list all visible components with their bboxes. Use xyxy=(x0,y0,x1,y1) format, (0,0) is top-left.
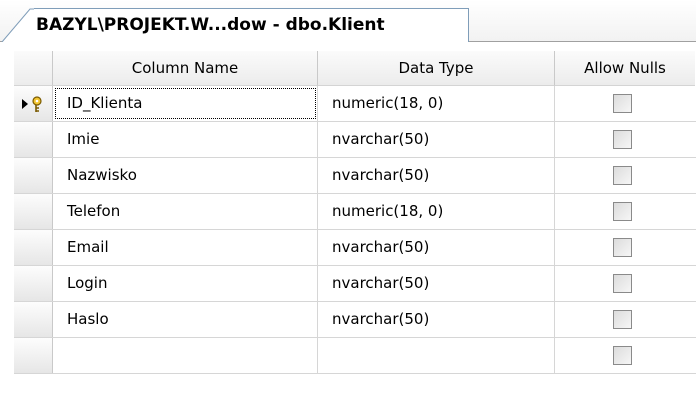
data-type-cell[interactable]: nvarchar(50) xyxy=(318,158,555,193)
allow-nulls-cell xyxy=(555,230,695,265)
row-selector[interactable] xyxy=(14,86,53,121)
data-type-cell[interactable]: nvarchar(50) xyxy=(318,266,555,301)
tab-title: BAZYL\PROJEKT.W...dow - dbo.Klient xyxy=(36,15,385,35)
row-selector[interactable] xyxy=(14,302,53,337)
allow-nulls-cell xyxy=(555,122,695,157)
data-type-cell[interactable]: nvarchar(50) xyxy=(318,230,555,265)
column-name-cell[interactable]: Email xyxy=(53,230,318,265)
row-selector[interactable] xyxy=(14,194,53,229)
column-name-cell[interactable]: Login xyxy=(53,266,318,301)
table-row: Haslo nvarchar(50) xyxy=(14,302,696,338)
column-name-cell[interactable]: ID_Klienta xyxy=(53,86,318,121)
new-table-row xyxy=(14,338,696,374)
allow-nulls-checkbox[interactable] xyxy=(613,274,632,293)
allow-nulls-checkbox[interactable] xyxy=(613,310,632,329)
column-name-cell[interactable]: Haslo xyxy=(53,302,318,337)
allow-nulls-cell xyxy=(555,302,695,337)
table-row: Telefon numeric(18, 0) xyxy=(14,194,696,230)
allow-nulls-checkbox[interactable] xyxy=(613,346,632,365)
allow-nulls-cell xyxy=(555,338,695,373)
column-name-cell[interactable] xyxy=(53,338,318,373)
row-selector[interactable] xyxy=(14,338,53,373)
data-type-cell[interactable]: numeric(18, 0) xyxy=(318,194,555,229)
allow-nulls-cell xyxy=(555,86,695,121)
table-row: Login nvarchar(50) xyxy=(14,266,696,302)
data-type-cell[interactable]: nvarchar(50) xyxy=(318,122,555,157)
table-design-grid: Column Name Data Type Allow Nulls ID_Kli… xyxy=(14,51,696,374)
tab-left-edge xyxy=(1,8,36,42)
header-row-selector[interactable] xyxy=(14,51,53,86)
column-name-cell[interactable]: Imie xyxy=(53,122,318,157)
allow-nulls-cell xyxy=(555,266,695,301)
document-tab-strip: BAZYL\PROJEKT.W...dow - dbo.Klient xyxy=(0,0,696,42)
header-data-type[interactable]: Data Type xyxy=(318,51,555,86)
allow-nulls-checkbox[interactable] xyxy=(613,130,632,149)
allow-nulls-checkbox[interactable] xyxy=(613,166,632,185)
allow-nulls-checkbox[interactable] xyxy=(613,238,632,257)
allow-nulls-cell xyxy=(555,158,695,193)
allow-nulls-checkbox[interactable] xyxy=(613,94,632,113)
header-column-name[interactable]: Column Name xyxy=(53,51,318,86)
row-selector[interactable] xyxy=(14,230,53,265)
allow-nulls-cell xyxy=(555,194,695,229)
table-row: Email nvarchar(50) xyxy=(14,230,696,266)
row-selector[interactable] xyxy=(14,266,53,301)
row-selector[interactable] xyxy=(14,158,53,193)
table-row: Nazwisko nvarchar(50) xyxy=(14,158,696,194)
column-name-cell[interactable]: Nazwisko xyxy=(53,158,318,193)
header-allow-nulls[interactable]: Allow Nulls xyxy=(555,51,695,86)
tab-table-designer[interactable]: BAZYL\PROJEKT.W...dow - dbo.Klient xyxy=(34,8,469,42)
allow-nulls-checkbox[interactable] xyxy=(613,202,632,221)
row-selector[interactable] xyxy=(14,122,53,157)
current-row-key-icon xyxy=(22,96,42,112)
data-type-cell[interactable]: numeric(18, 0) xyxy=(318,86,555,121)
table-row: Imie nvarchar(50) xyxy=(14,122,696,158)
column-name-cell[interactable]: Telefon xyxy=(53,194,318,229)
data-type-cell[interactable]: nvarchar(50) xyxy=(318,302,555,337)
data-type-cell[interactable] xyxy=(318,338,555,373)
grid-header: Column Name Data Type Allow Nulls xyxy=(14,51,696,86)
table-row: ID_Klienta numeric(18, 0) xyxy=(14,86,696,122)
